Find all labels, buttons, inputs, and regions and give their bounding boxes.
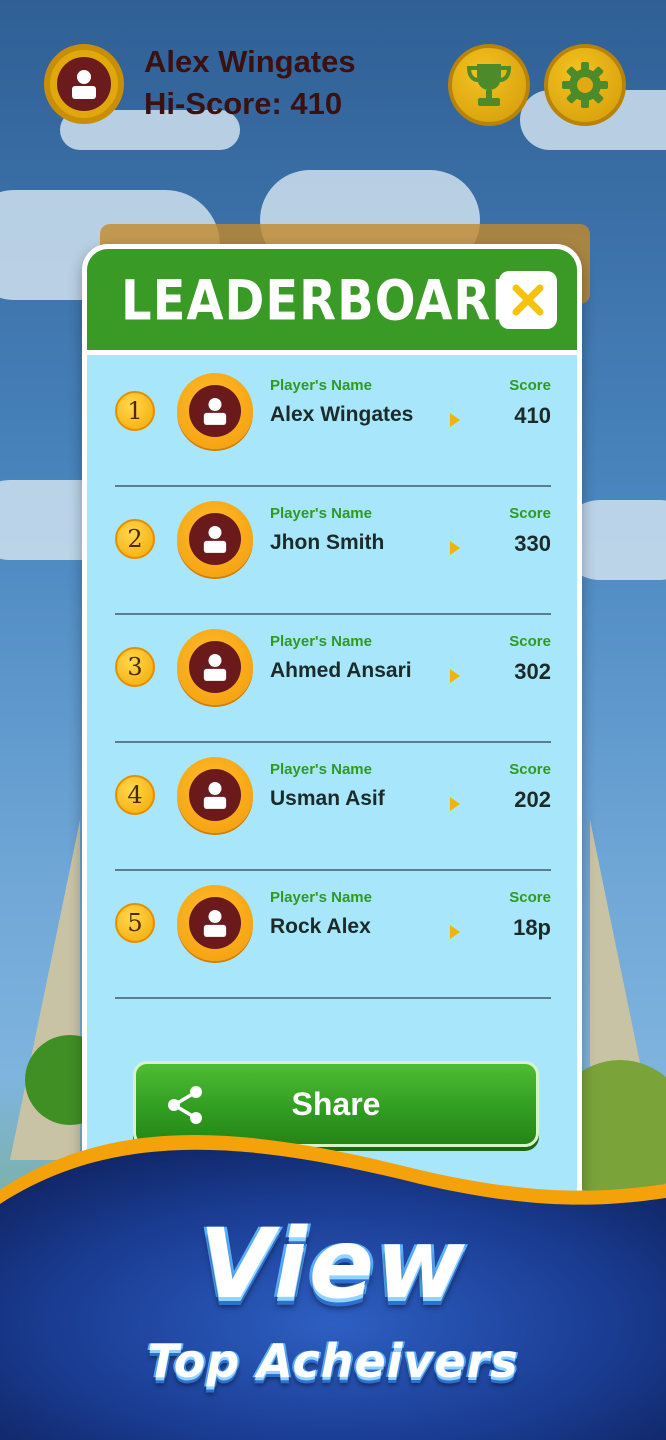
promo-subline: Top Acheivers bbox=[147, 1334, 519, 1388]
player-score: 202 bbox=[514, 787, 551, 812]
player-name-label: Player's Name bbox=[270, 761, 372, 778]
avatar bbox=[177, 885, 253, 961]
player-name: Jhon Smith bbox=[270, 531, 385, 554]
player-name-label: Player's Name bbox=[270, 377, 372, 394]
leaderboard-row[interactable]: 2 Player's Name Score Jhon Smith 330 bbox=[87, 487, 577, 615]
leaderboard-row[interactable]: 3 Player's Name Score Ahmed Ansari 302 bbox=[87, 615, 577, 743]
user-hiscore: Hi-Score: 410 bbox=[144, 86, 343, 121]
top-bar: Alex Wingates Hi-Score: 410 bbox=[0, 0, 666, 150]
leaderboard-panel: LEADERBOARD 1 Player's Name Score Alex W… bbox=[82, 244, 582, 1244]
user-icon bbox=[203, 782, 227, 809]
player-name-label: Player's Name bbox=[270, 889, 372, 906]
rank-badge: 2 bbox=[115, 519, 155, 559]
arrow-right-icon bbox=[450, 669, 460, 683]
arrow-right-icon bbox=[450, 413, 460, 427]
rank-badge: 1 bbox=[115, 391, 155, 431]
player-score: 330 bbox=[514, 531, 551, 556]
profile-avatar[interactable] bbox=[44, 44, 124, 124]
leaderboard-row[interactable]: 1 Player's Name Score Alex Wingates 410 bbox=[87, 359, 577, 487]
score-label: Score bbox=[509, 633, 551, 650]
user-icon bbox=[72, 70, 96, 99]
user-icon bbox=[203, 654, 227, 681]
avatar bbox=[177, 629, 253, 705]
score-label: Score bbox=[509, 377, 551, 394]
arrow-right-icon bbox=[450, 797, 460, 811]
player-name-label: Player's Name bbox=[270, 505, 372, 522]
player-score: 302 bbox=[514, 659, 551, 684]
player-score: 410 bbox=[514, 403, 551, 428]
settings-button[interactable] bbox=[544, 44, 626, 126]
trophy-icon bbox=[466, 64, 512, 106]
rank-badge: 3 bbox=[115, 647, 155, 687]
user-icon bbox=[203, 910, 227, 937]
promo-headline: View bbox=[199, 1208, 467, 1320]
score-label: Score bbox=[509, 889, 551, 906]
close-icon bbox=[512, 284, 544, 316]
panel-title: LEADERBOARD bbox=[121, 269, 533, 334]
gear-icon bbox=[562, 62, 608, 108]
user-icon bbox=[203, 526, 227, 553]
player-name-label: Player's Name bbox=[270, 633, 372, 650]
avatar bbox=[177, 757, 253, 833]
panel-header: LEADERBOARD bbox=[87, 249, 577, 355]
player-score: 18p bbox=[513, 915, 551, 940]
user-icon bbox=[203, 398, 227, 425]
player-name: Usman Asif bbox=[270, 787, 385, 810]
rank-badge: 5 bbox=[115, 903, 155, 943]
player-name: Alex Wingates bbox=[270, 403, 414, 426]
leaderboard-row[interactable]: 4 Player's Name Score Usman Asif 202 bbox=[87, 743, 577, 871]
score-label: Score bbox=[509, 761, 551, 778]
close-button[interactable] bbox=[499, 271, 557, 329]
player-name: Ahmed Ansari bbox=[270, 659, 412, 682]
player-name: Rock Alex bbox=[270, 915, 371, 938]
avatar bbox=[177, 373, 253, 449]
arrow-right-icon bbox=[450, 541, 460, 555]
row-divider bbox=[115, 997, 551, 999]
arrow-right-icon bbox=[450, 925, 460, 939]
score-label: Score bbox=[509, 505, 551, 522]
rank-badge: 4 bbox=[115, 775, 155, 815]
leaderboard-row[interactable]: 5 Player's Name Score Rock Alex 18p bbox=[87, 871, 577, 999]
user-name: Alex Wingates bbox=[144, 44, 356, 79]
avatar bbox=[177, 501, 253, 577]
trophy-button[interactable] bbox=[448, 44, 530, 126]
